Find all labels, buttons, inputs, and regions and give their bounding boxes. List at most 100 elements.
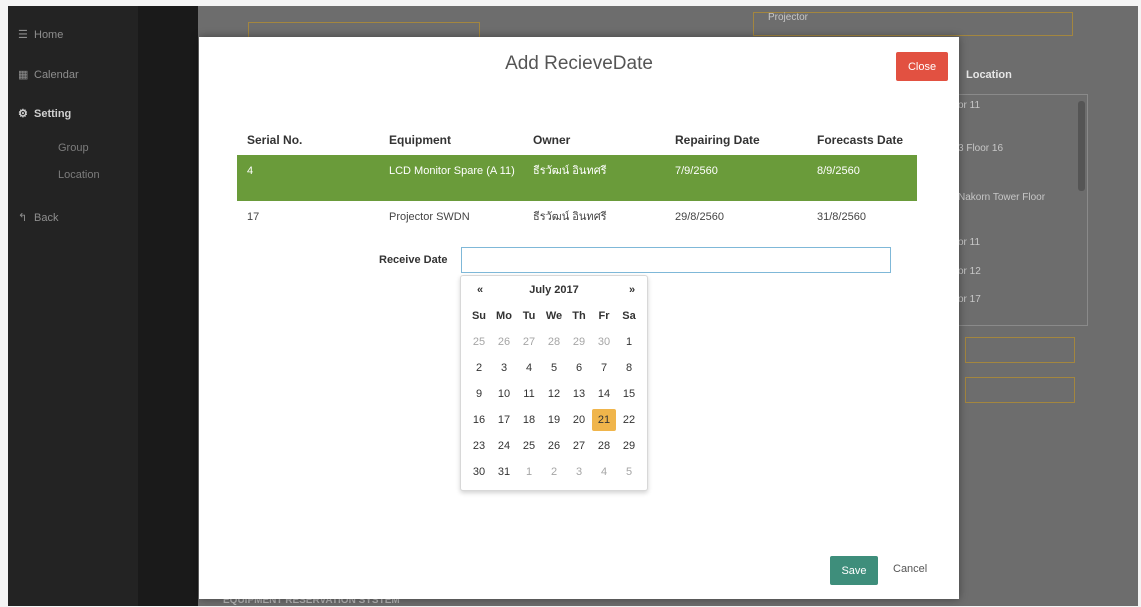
cell-equipment: LCD Monitor Spare (A 11) [389, 165, 515, 177]
cell-owner: ธีรวัฒน์ อินทศรี [533, 211, 607, 223]
background-list-item: Nakorn Tower Floor [958, 192, 1046, 203]
calendar-day[interactable]: 29 [617, 435, 641, 457]
sidebar-item-label: Calendar [34, 69, 79, 81]
calendar-day[interactable]: 7 [592, 357, 616, 379]
calendar-day[interactable]: 30 [592, 331, 616, 353]
receive-date-label: Receive Date [379, 254, 448, 266]
sidebar-item-home[interactable]: ☰ Home [18, 28, 63, 41]
background-scrollbar [1078, 101, 1085, 191]
calendar-week: 23 24 25 26 27 28 29 [467, 435, 641, 461]
background-location-header: Location [966, 69, 1012, 81]
sidebar-item-label: Back [34, 212, 59, 224]
calendar-day[interactable]: 30 [467, 461, 491, 483]
cell-serial: 4 [247, 165, 254, 177]
calendar-day[interactable]: 15 [617, 383, 641, 405]
calendar-day[interactable]: 25 [517, 435, 541, 457]
calendar-day[interactable]: 10 [492, 383, 516, 405]
cell-repairing-date: 7/9/2560 [675, 165, 718, 177]
cell-forecast-date: 31/8/2560 [817, 211, 866, 223]
day-of-week: We [545, 310, 563, 322]
calendar-day[interactable]: 12 [542, 383, 566, 405]
background-projector-text: Projector [768, 12, 809, 23]
save-button[interactable]: Save [830, 556, 878, 585]
day-of-week: Fr [598, 310, 610, 322]
calendar-day[interactable]: 14 [592, 383, 616, 405]
calendar-day[interactable]: 11 [517, 383, 541, 405]
calendar-day[interactable]: 3 [492, 357, 516, 379]
sidebar-item-location[interactable]: Location [58, 169, 100, 181]
calendar-week: 16 17 18 19 20 21 22 [467, 409, 641, 435]
sidebar-item-group[interactable]: Group [58, 142, 89, 154]
day-of-week: Sa [622, 310, 636, 322]
calendar-day[interactable]: 5 [542, 357, 566, 379]
calendar-day[interactable]: 6 [567, 357, 591, 379]
calendar-icon: ▦ [18, 69, 29, 81]
calendar-day[interactable]: 27 [567, 435, 591, 457]
calendar-day[interactable]: 28 [542, 331, 566, 353]
calendar-day[interactable]: 28 [592, 435, 616, 457]
calendar-day[interactable]: 27 [517, 331, 541, 353]
calendar-day[interactable]: 2 [542, 461, 566, 483]
column-header-serial: Serial No. [247, 133, 303, 147]
sidebar-item-setting[interactable]: ⚙ Setting [18, 107, 71, 120]
calendar-day[interactable]: 1 [517, 461, 541, 483]
calendar-day[interactable]: 5 [617, 461, 641, 483]
calendar-day[interactable]: 9 [467, 383, 491, 405]
calendar-day[interactable]: 2 [467, 357, 491, 379]
calendar-day[interactable]: 23 [467, 435, 491, 457]
calendar-day[interactable]: 4 [592, 461, 616, 483]
calendar-day[interactable]: 26 [542, 435, 566, 457]
calendar-day[interactable]: 4 [517, 357, 541, 379]
calendar-day[interactable]: 26 [492, 331, 516, 353]
cancel-button[interactable]: Cancel [893, 563, 927, 575]
calendar-day[interactable]: 16 [467, 409, 491, 431]
day-of-week: Th [572, 310, 586, 322]
sidebar-item-back[interactable]: ↰ Back [18, 211, 58, 224]
day-of-week-row: Su Mo Tu We Th Fr Sa [467, 310, 641, 330]
sidebar-item-calendar[interactable]: ▦ Calendar [18, 68, 79, 81]
calendar-day[interactable]: 25 [467, 331, 491, 353]
datepicker: « July 2017 » Su Mo Tu We Th Fr Sa 25 26 2… [460, 275, 648, 491]
cell-repairing-date: 29/8/2560 [675, 211, 724, 223]
add-receive-date-modal: Add RecieveDate Close Serial No. Equipme… [199, 37, 959, 599]
table-row[interactable]: 4 LCD Monitor Spare (A 11) ธีรวัฒน์ อินท… [237, 155, 917, 201]
cell-serial: 17 [247, 211, 260, 223]
calendar-day[interactable]: 24 [492, 435, 516, 457]
calendar-day[interactable]: 13 [567, 383, 591, 405]
calendar-day[interactable]: 18 [517, 409, 541, 431]
calendar-day[interactable]: 19 [542, 409, 566, 431]
background-list-item: or 11 [958, 100, 981, 111]
calendar-day[interactable]: 8 [617, 357, 641, 379]
calendar-week: 2345678 [467, 357, 641, 383]
back-icon: ↰ [18, 212, 28, 224]
gear-icon: ⚙ [18, 108, 28, 120]
table-row[interactable]: 17 Projector SWDN ธีรวัฒน์ อินทศรี 29/8/… [237, 201, 917, 243]
calendar-day[interactable]: 21 [592, 409, 616, 431]
calendar-day[interactable]: 17 [492, 409, 516, 431]
background-list-item: 3 Floor 16 [958, 143, 1004, 154]
calendar-week: 30 31 1 2 3 4 5 [467, 461, 641, 487]
column-header-forecasts-date: Forecasts Date [817, 133, 904, 147]
month-label[interactable]: July 2017 [461, 284, 647, 296]
day-of-week: Tu [522, 310, 536, 322]
calendar-day[interactable]: 20 [567, 409, 591, 431]
calendar-week: 25 26 27 28 29 30 1 [467, 331, 641, 357]
calendar-day[interactable]: 31 [492, 461, 516, 483]
home-icon: ☰ [18, 29, 28, 41]
calendar-day[interactable]: 3 [567, 461, 591, 483]
cell-equipment: Projector SWDN [389, 211, 470, 223]
calendar-week: 9 10 11 12 13 14 15 [467, 383, 641, 409]
column-header-equipment: Equipment [389, 133, 451, 147]
next-month-button[interactable]: » [629, 284, 635, 296]
table-header: Serial No. Equipment Owner Repairing Dat… [237, 125, 917, 155]
repair-table: Serial No. Equipment Owner Repairing Dat… [237, 125, 917, 243]
close-button[interactable]: Close [896, 52, 948, 81]
sidebar-strip [138, 6, 198, 606]
modal-title: Add RecieveDate [505, 53, 653, 74]
calendar-day[interactable]: 1 [617, 331, 641, 353]
sidebar-item-label: Setting [34, 108, 72, 120]
calendar-day[interactable]: 29 [567, 331, 591, 353]
receive-date-input[interactable] [461, 247, 891, 273]
calendar-day[interactable]: 22 [617, 409, 641, 431]
sidebar-item-label: Home [34, 29, 64, 41]
